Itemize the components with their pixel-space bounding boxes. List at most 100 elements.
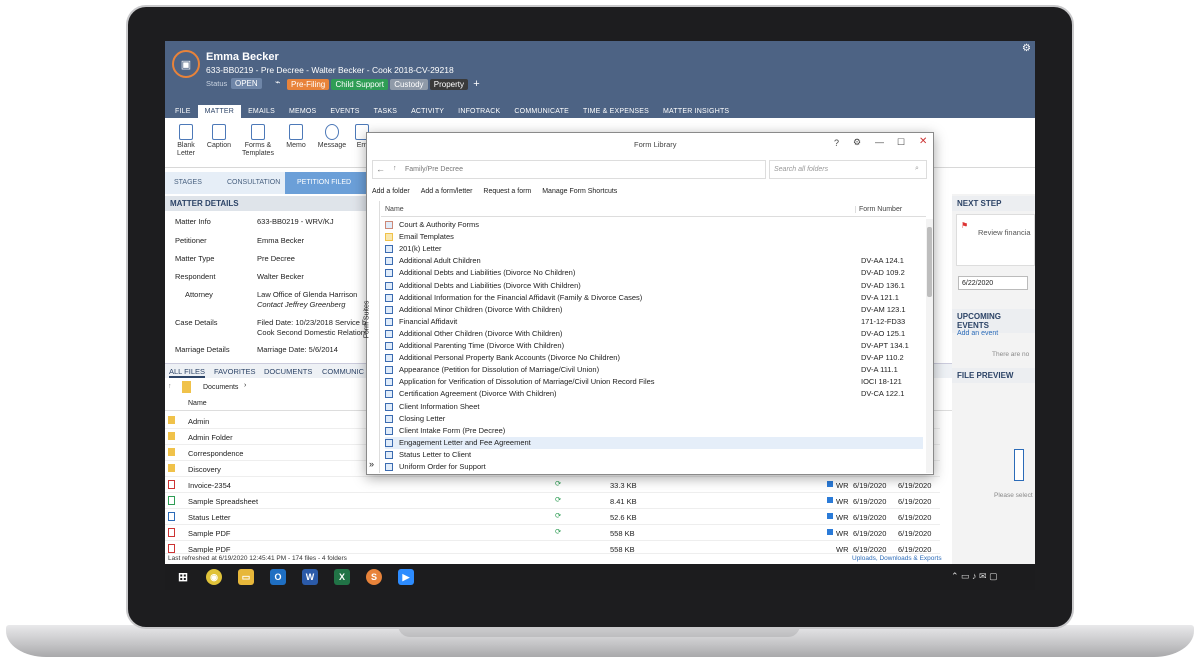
folder-path-field[interactable]: ← ↑ Family/Pre Decree	[372, 160, 766, 179]
tab-events[interactable]: EVENTS	[323, 105, 366, 118]
tab-matter[interactable]: MATTER	[197, 105, 242, 118]
app-icon[interactable]: S	[366, 569, 382, 585]
form-icon	[385, 450, 393, 459]
excel-icon[interactable]: X	[334, 569, 350, 585]
stage-petition-filed[interactable]: PETITION FILED	[285, 172, 370, 194]
up-arrow-icon[interactable]: ↑	[393, 165, 397, 172]
file-row[interactable]: Sample PDF 558 KB WR 6/19/2020 6/19/2020	[165, 541, 940, 554]
tag-icon: ⌁	[275, 77, 281, 87]
message-button[interactable]: Message	[315, 124, 349, 150]
tag-custody[interactable]: Custody	[390, 79, 428, 90]
tab-file[interactable]: FILE	[168, 105, 198, 118]
uploads-link[interactable]: Uploads, Downloads & Exports	[852, 555, 942, 562]
memo-button[interactable]: Memo	[283, 124, 309, 150]
list-item[interactable]: Email Templates	[385, 231, 923, 243]
next-step-card[interactable]: ⚑ Review financia	[956, 214, 1035, 266]
add-form-link[interactable]: Add a form/letter	[421, 188, 473, 195]
file-row[interactable]: Status Letter ⟳ 52.6 KB WR 6/19/2020 6/19/202…	[165, 509, 940, 525]
user-color-icon	[827, 513, 833, 519]
list-item[interactable]: Client Intake Form (Pre Decree)	[385, 425, 923, 437]
add-tag-button[interactable]: +	[473, 78, 479, 90]
maximize-icon[interactable]: ☐	[897, 137, 905, 148]
list-item-selected[interactable]: Engagement Letter and Fee Agreement	[385, 436, 923, 449]
caption-icon	[212, 124, 226, 140]
list-item[interactable]: Additional Personal Property Bank Accoun…	[385, 352, 923, 364]
tab-matter-insights[interactable]: MATTER INSIGHTS	[656, 105, 736, 118]
list-item[interactable]: Application for Verification of Dissolut…	[385, 376, 923, 388]
form-list: Court & Authority Forms Email Templates …	[367, 219, 923, 473]
zoom-icon[interactable]: ▶	[398, 569, 414, 585]
file-row[interactable]: Sample Spreadsheet ⟳ 8.41 KB WR 6/19/2020 6/1…	[165, 493, 940, 509]
list-item[interactable]: Uniform Order for Support	[385, 461, 923, 473]
document-icon	[179, 124, 193, 140]
tag-child-support[interactable]: Child Support	[331, 79, 388, 90]
back-arrow-icon[interactable]: ←	[376, 164, 385, 174]
list-item[interactable]: 201(k) Letter	[385, 243, 923, 255]
list-item[interactable]: Additional Parenting Time (Divorce With …	[385, 340, 923, 352]
request-form-link[interactable]: Request a form	[483, 188, 531, 195]
status-badge[interactable]: OPEN	[231, 78, 262, 89]
chevron-right-icon: ›	[244, 382, 247, 389]
search-folders-input[interactable]: Search all folders ⌕	[769, 160, 927, 179]
system-tray-icons[interactable]: ⌃ ▭ ♪ ✉ ▢	[951, 571, 998, 582]
manage-shortcuts-link[interactable]: Manage Form Shortcuts	[542, 188, 617, 195]
list-item[interactable]: Financial Affidavit 171-12-FD33	[385, 316, 923, 328]
help-icon[interactable]: ?	[834, 138, 839, 148]
list-item[interactable]: Additional Adult Children DV-AA 124.1	[385, 255, 923, 267]
preview-placeholder-icon	[1014, 449, 1024, 481]
tab-communicate[interactable]: COMMUNICATE	[507, 105, 576, 118]
list-item[interactable]: Additional Debts and Liabilities (Divorc…	[385, 267, 923, 279]
tab-activity[interactable]: ACTIVITY	[404, 105, 451, 118]
close-icon[interactable]: ✕	[919, 136, 927, 147]
tab-time-expenses[interactable]: TIME & EXPENSES	[576, 105, 656, 118]
file-row[interactable]: Sample PDF ⟳ 558 KB WR 6/19/2020 6/19/2020	[165, 525, 940, 541]
stages-dropdown[interactable]: STAGES	[174, 179, 202, 186]
stage-consultation[interactable]: CONSULTATION	[227, 179, 280, 186]
caption-button[interactable]: Caption	[205, 124, 233, 150]
add-event-link[interactable]: Add an event	[957, 330, 998, 337]
list-item[interactable]: Additional Minor Children (Divorce With …	[385, 304, 923, 316]
list-item[interactable]: Client Information Sheet	[385, 401, 923, 413]
files-col-name[interactable]: Name	[188, 400, 207, 407]
list-item[interactable]: Additional Information for the Financial…	[385, 292, 923, 304]
settings-gear-icon[interactable]: ⚙	[1022, 43, 1031, 54]
list-item[interactable]: Certification Agreement (Divorce With Ch…	[385, 388, 923, 400]
minimize-icon[interactable]: —	[875, 137, 884, 147]
list-item[interactable]: Additional Debts and Liabilities (Divorc…	[385, 280, 923, 292]
chrome-icon[interactable]: ◉	[206, 569, 222, 585]
tab-communications[interactable]: COMMUNIC	[322, 367, 364, 376]
tab-memos[interactable]: MEMOS	[282, 105, 323, 118]
blank-letter-button[interactable]: Blank Letter	[173, 124, 199, 158]
list-item[interactable]: Appearance (Petition for Dissolution of …	[385, 364, 923, 376]
folder-icon	[168, 464, 175, 472]
file-row[interactable]: Invoice-2354 ⟳ 33.3 KB WR 6/19/2020 6/19/2020	[165, 477, 940, 493]
tab-favorites[interactable]: FAVORITES	[214, 367, 256, 376]
add-folder-link[interactable]: Add a folder	[372, 188, 410, 195]
forms-templates-button[interactable]: Forms & Templates	[240, 124, 276, 158]
tab-documents[interactable]: DOCUMENTS	[264, 367, 312, 376]
form-icon	[385, 257, 393, 266]
list-item[interactable]: Court & Authority Forms	[385, 219, 923, 231]
up-arrow-icon[interactable]: ↑	[168, 383, 172, 390]
tab-infotrack[interactable]: INFOTRACK	[451, 105, 507, 118]
list-item[interactable]: Closing Letter	[385, 413, 923, 425]
scrollbar-thumb[interactable]	[927, 227, 932, 297]
col-form-number[interactable]: Form Number	[855, 206, 902, 213]
list-item[interactable]: Additional Other Children (Divorce With …	[385, 328, 923, 340]
outlook-icon[interactable]: O	[270, 569, 286, 585]
tab-tasks[interactable]: TASKS	[367, 105, 404, 118]
dialog-scrollbar[interactable]	[926, 219, 933, 473]
col-name[interactable]: Name	[385, 206, 404, 213]
message-icon	[325, 124, 339, 140]
breadcrumb-documents[interactable]: Documents	[203, 384, 238, 391]
tab-emails[interactable]: EMAILS	[241, 105, 282, 118]
windows-start-icon[interactable]: ⊞	[175, 569, 191, 585]
list-item[interactable]: Status Letter to Client	[385, 449, 923, 461]
tag-property[interactable]: Property	[429, 79, 469, 90]
settings-icon[interactable]: ⚙	[853, 137, 861, 148]
tab-all-files[interactable]: ALL FILES	[169, 367, 205, 378]
file-explorer-icon[interactable]: ▭	[238, 569, 254, 585]
tag-pre-filing[interactable]: Pre-Filing	[287, 79, 330, 90]
word-icon[interactable]: W	[302, 569, 318, 585]
next-step-date[interactable]: 6/22/2020	[958, 276, 1028, 290]
